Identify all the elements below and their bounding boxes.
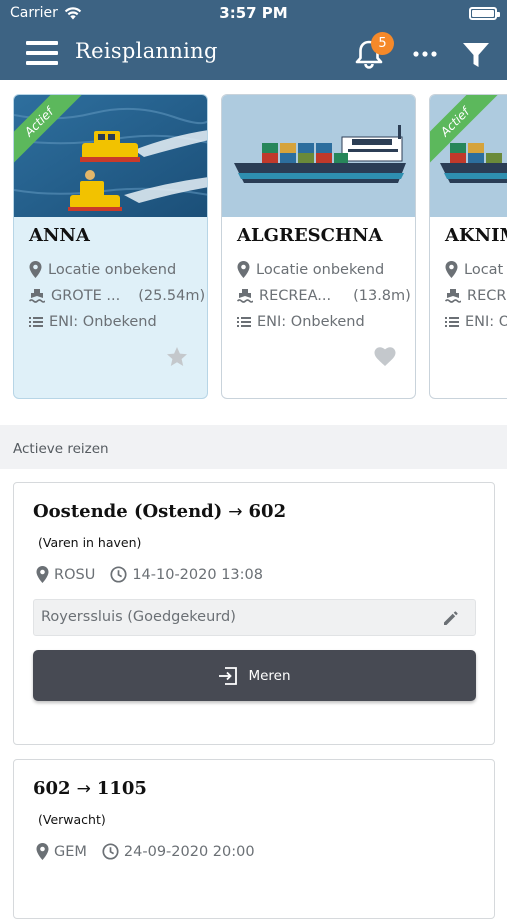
trip-meta: ROSU 14-10-2020 13:08 [36, 566, 263, 583]
enter-icon [219, 666, 238, 685]
trip-from: 602 [33, 778, 71, 799]
trip-status: (Varen in haven) [38, 535, 142, 550]
clock-icon [110, 566, 127, 583]
ship-icon [29, 289, 45, 303]
vessel-location: Locatie onbekend [29, 261, 176, 278]
vessel-location-text: Locatie onbekend [48, 261, 177, 278]
trip-datetime: 14-10-2020 13:08 [132, 566, 263, 583]
trip-to: 602 [248, 501, 287, 522]
vessel-length: (13.8m) [353, 288, 411, 304]
vessel-eni: ENI: Onbekend [29, 314, 157, 330]
list-icon [29, 317, 43, 327]
trip-route: Oostende (Ostend) → 602 [33, 501, 286, 522]
filter-icon[interactable] [462, 41, 490, 69]
status-bar: Carrier 3:57 PM [0, 0, 507, 28]
trip-place: ROSU [54, 566, 96, 583]
vessel-photo-placeholder [222, 95, 415, 217]
vessel-type: RECR [445, 288, 506, 304]
meren-button[interactable]: Meren [33, 650, 476, 701]
arrow-right-icon: → [228, 501, 243, 522]
arrow-right-icon: → [76, 778, 91, 799]
location-pin-icon [237, 261, 250, 278]
menu-icon[interactable] [26, 41, 58, 65]
status-time: 3:57 PM [219, 4, 288, 22]
more-icon[interactable] [412, 42, 438, 66]
location-pin-icon [36, 843, 49, 860]
vessel-type: RECREA... (13.8m) [237, 288, 411, 304]
vessel-eni-text: ENI: O [465, 314, 507, 330]
ship-icon [237, 289, 253, 303]
vessel-eni: ENI: O [445, 314, 507, 330]
trip-to: 1105 [96, 778, 147, 799]
vessel-location: Locatie onbekend [237, 261, 384, 278]
meren-button-label: Meren [248, 667, 291, 684]
trip-meta: GEM 24-09-2020 20:00 [36, 843, 255, 860]
trip-card[interactable]: 602 → 1105 (Verwacht) GEM 24-09-2020 20:… [13, 759, 495, 919]
page-title: Reisplanning [75, 39, 218, 63]
vessel-card-anna[interactable]: Actief ANNA Locatie onbekend GROTE ... (… [13, 94, 208, 399]
vessel-card-aknim[interactable]: Actief AKNIM Locat RECR ENI: O [429, 94, 507, 399]
trip-status: (Verwacht) [38, 812, 106, 827]
vessel-card-algreschna[interactable]: ALGRESCHNA Locatie onbekend RECREA... (1… [221, 94, 416, 399]
lock-field[interactable]: Royerssluis (Goedgekeurd) [33, 599, 476, 636]
battery-icon [469, 7, 500, 20]
list-icon [445, 317, 459, 327]
location-pin-icon [445, 261, 458, 278]
vessel-name: ANNA [29, 225, 90, 246]
app-header: Reisplanning 5 [0, 28, 507, 80]
section-header-active-trips: Actieve reizen [0, 425, 507, 469]
vessel-eni-text: ENI: Onbekend [257, 314, 365, 330]
location-pin-icon [29, 261, 42, 278]
location-pin-icon [36, 566, 49, 583]
vessel-type-text: RECREA... [259, 288, 332, 304]
vessel-length: (25.54m) [138, 288, 206, 304]
ship-icon [445, 289, 461, 303]
vessel-location: Locat [445, 261, 503, 278]
trip-card[interactable]: Oostende (Ostend) → 602 (Varen in haven)… [13, 482, 495, 745]
notification-badge: 5 [371, 32, 394, 55]
trip-datetime: 24-09-2020 20:00 [123, 843, 255, 860]
heart-icon[interactable] [373, 345, 397, 369]
vessel-location-text: Locat [464, 261, 504, 278]
lock-name: Royerssluis (Goedgekeurd) [41, 609, 236, 625]
vessel-name: ALGRESCHNA [237, 225, 383, 246]
vessel-location-text: Locatie onbekend [256, 261, 385, 278]
vessel-eni-text: ENI: Onbekend [49, 314, 157, 330]
list-icon [237, 317, 251, 327]
trip-from: Oostende (Ostend) [33, 501, 223, 522]
star-icon[interactable] [165, 345, 189, 369]
vessel-type-text: RECR [467, 288, 507, 304]
trip-route: 602 → 1105 [33, 778, 147, 799]
vessel-type: GROTE ... (25.54m) [29, 288, 205, 304]
trip-place: GEM [54, 843, 87, 860]
vessel-carousel[interactable]: Actief ANNA Locatie onbekend GROTE ... (… [0, 80, 507, 420]
clock-icon [102, 843, 119, 860]
vessel-name: AKNIM [445, 225, 507, 246]
vessel-type-text: GROTE ... [51, 288, 121, 304]
vessel-eni: ENI: Onbekend [237, 314, 365, 330]
edit-pencil-icon[interactable] [441, 608, 461, 628]
